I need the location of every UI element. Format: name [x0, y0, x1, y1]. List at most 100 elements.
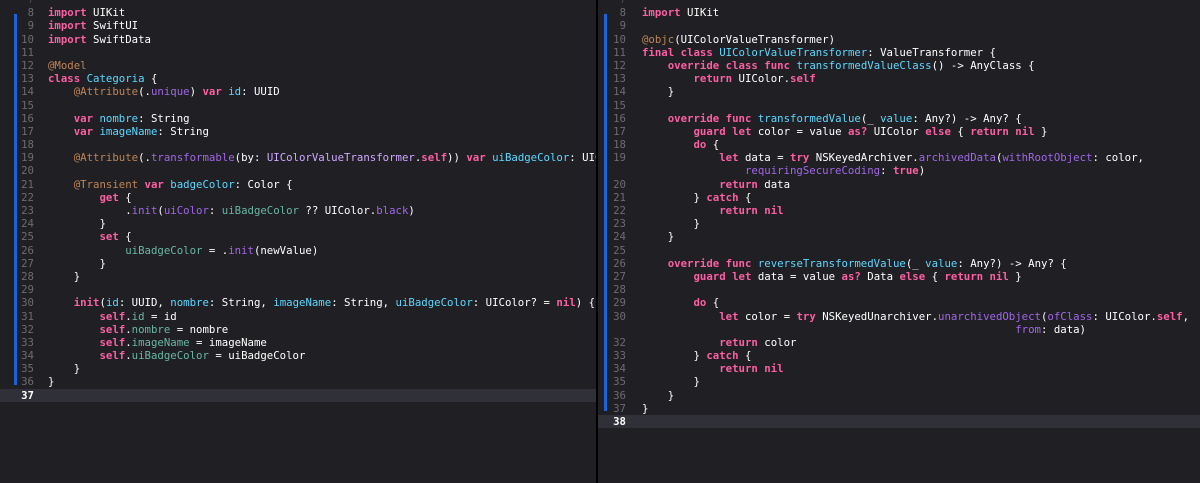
code-token: let: [732, 124, 752, 138]
code-line[interactable]: 18 do {: [598, 138, 1200, 151]
code-line[interactable]: 20 return data: [598, 178, 1200, 191]
code-line[interactable]: 9 import SwiftUI: [0, 19, 596, 32]
code-line[interactable]: 24 }: [0, 217, 596, 230]
code-line[interactable]: 21 @Transient var badgeColor: Color {: [0, 178, 596, 191]
code-token: (_: [905, 256, 926, 270]
code-token: uiBadgeColor: [221, 204, 299, 217]
code-line[interactable]: 13 class Categoria {: [0, 72, 596, 85]
code-text: let color = try NSKeyedUnarchiver.unarch…: [642, 310, 1189, 323]
code-text: self.id = id: [48, 310, 176, 323]
code-line[interactable]: 23 .init(uiColor: uiBadgeColor ?? UIColo…: [0, 204, 596, 217]
code-token: {: [118, 190, 132, 204]
code-token: var: [466, 151, 486, 165]
code-token: var: [144, 177, 164, 191]
code-line[interactable]: 17 guard let color = value as? UIColor e…: [598, 125, 1200, 138]
code-line[interactable]: 19 let data = try NSKeyedArchiver.archiv…: [598, 151, 1200, 164]
code-line[interactable]: 18: [0, 138, 596, 151]
code-line[interactable]: 25: [598, 244, 1200, 257]
code-line[interactable]: 29 do {: [598, 296, 1200, 309]
code-line[interactable]: 15: [0, 99, 596, 112]
code-line[interactable]: 22 return nil: [598, 204, 1200, 217]
code-token: badgeColor: [170, 177, 235, 191]
right-code-lines[interactable]: 78import UIKit910@objc(UIColorValueTrans…: [598, 0, 1200, 429]
code-line[interactable]: 34 return nil: [598, 362, 1200, 375]
code-line[interactable]: 34 self.uiBadgeColor = uiBadgeColor: [0, 349, 596, 362]
code-line[interactable]: 33 self.imageName = imageName: [0, 336, 596, 349]
code-line[interactable]: 32 return color: [598, 336, 1200, 349]
line-number: 24: [613, 230, 626, 244]
code-line[interactable]: 35 }: [0, 362, 596, 375]
line-number: 8: [27, 6, 34, 20]
code-line[interactable]: 8 import UIKit: [0, 6, 596, 19]
code-line[interactable]: 38: [598, 415, 1200, 429]
code-line[interactable]: 37: [0, 388, 596, 402]
code-line[interactable]: 37}: [598, 402, 1200, 415]
code-line[interactable]: 28: [598, 283, 1200, 296]
code-line[interactable]: 26 uiBadgeColor = .init(newValue): [0, 244, 596, 257]
line-number: 15: [21, 98, 34, 112]
code-token: UIKit: [86, 6, 126, 20]
code-token: do: [693, 296, 707, 310]
code-line[interactable]: 8 import UIKit: [598, 6, 1200, 19]
code-line[interactable]: 24 }: [598, 230, 1200, 243]
code-token: (by:: [234, 151, 267, 165]
code-token: imageName: [131, 335, 190, 349]
code-token: self: [1156, 309, 1183, 323]
code-line[interactable]: 26 override func reverseTransformedValue…: [598, 257, 1200, 270]
code-line[interactable]: 12 override class func transformedValueC…: [598, 59, 1200, 72]
code-line[interactable]: 28 }: [0, 270, 596, 283]
code-line[interactable]: 35 }: [598, 375, 1200, 388]
code-line[interactable]: 21 } catch {: [598, 191, 1200, 204]
code-line[interactable]: 13 return UIColor.self: [598, 72, 1200, 85]
code-line[interactable]: 10 import SwiftData: [0, 33, 596, 46]
code-text: requiringSecureCoding: true): [642, 164, 925, 177]
code-line[interactable]: 17 var imageName: String: [0, 125, 596, 138]
line-number: 36: [21, 375, 34, 389]
code-token: (.: [138, 151, 151, 165]
code-line[interactable]: 12 @Model: [0, 59, 596, 72]
line-number: 18: [21, 138, 34, 152]
code-line[interactable]: 20: [0, 164, 596, 177]
code-line[interactable]: 32 self.nombre = nombre: [0, 323, 596, 336]
code-line[interactable]: 30 init(id: UUID, nombre: String, imageN…: [0, 296, 596, 309]
code-line[interactable]: from: data): [598, 323, 1200, 336]
code-line[interactable]: 15: [598, 99, 1200, 112]
line-number: 34: [21, 349, 34, 363]
code-token: UIColorValueTransformer: [266, 151, 415, 165]
code-line[interactable]: 11 final class UIColorValueTransformer: V…: [598, 46, 1200, 59]
left-code-lines[interactable]: 78import UIKit9import SwiftUI10import Sw…: [0, 0, 596, 402]
code-line[interactable]: 30 let color = try NSKeyedUnarchiver.una…: [598, 310, 1200, 323]
code-line[interactable]: 27 }: [0, 257, 596, 270]
code-line[interactable]: requiringSecureCoding: true): [598, 164, 1200, 177]
code-line[interactable]: 36}: [0, 375, 596, 388]
code-text: from: data): [642, 323, 1086, 336]
code-line[interactable]: 27 guard let data = value as? Data else …: [598, 270, 1200, 283]
left-code-editor[interactable]: 78import UIKit9import SwiftUI10import Sw…: [0, 0, 596, 483]
code-token: var: [73, 124, 94, 138]
code-line[interactable]: 22 get {: [0, 191, 596, 204]
code-line[interactable]: 16 var nombre: String: [0, 112, 596, 125]
line-number: 14: [21, 85, 34, 99]
code-line[interactable]: 23 }: [598, 217, 1200, 230]
code-token: }: [48, 362, 81, 376]
code-line[interactable]: 11: [0, 46, 596, 59]
code-line[interactable]: 36 }: [598, 389, 1200, 402]
code-line[interactable]: 19 @Attribute(.transformable(by: UIColor…: [0, 151, 596, 164]
code-line[interactable]: 14 }: [598, 85, 1200, 98]
code-line[interactable]: 33 } catch {: [598, 349, 1200, 362]
code-text: return nil: [642, 204, 783, 217]
code-token: = .: [202, 243, 229, 257]
code-text: final class UIColorValueTransformer: Val…: [642, 46, 996, 59]
line-number: 18: [613, 138, 626, 152]
code-line[interactable]: 9: [598, 19, 1200, 32]
code-line[interactable]: 10 @objc(UIColorValueTransformer): [598, 33, 1200, 46]
code-line[interactable]: 29: [0, 283, 596, 296]
code-token: class: [680, 45, 713, 59]
code-line[interactable]: 16 override func transformedValue(_ valu…: [598, 112, 1200, 125]
code-line[interactable]: 14 @Attribute(.unique) var id: UUID: [0, 85, 596, 98]
code-line[interactable]: 31 self.id = id: [0, 310, 596, 323]
right-code-editor[interactable]: 78import UIKit910@objc(UIColorValueTrans…: [598, 0, 1200, 483]
code-token: {: [706, 138, 720, 152]
code-line[interactable]: 25 set {: [0, 230, 596, 243]
